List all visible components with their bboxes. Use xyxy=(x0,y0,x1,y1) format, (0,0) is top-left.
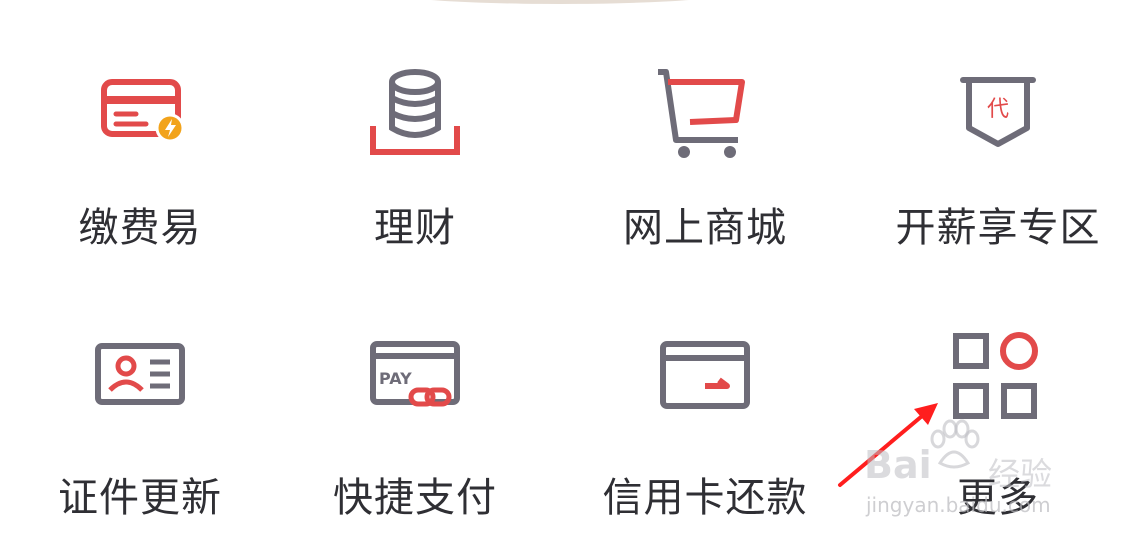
menu-item-credit-repay[interactable]: 信用卡还款 xyxy=(565,320,845,560)
pay-card-link-icon: PAY xyxy=(370,341,460,407)
salary-badge-icon: 代 xyxy=(960,77,1036,147)
coin-stack-icon xyxy=(370,69,460,155)
menu-item-online-mall[interactable]: 网上商城 xyxy=(565,60,845,300)
menu-item-bill-payment[interactable]: 缴费易 xyxy=(0,60,280,300)
pay-text: PAY xyxy=(379,369,412,388)
menu-item-salary-zone[interactable]: 代 开薪享专区 xyxy=(858,60,1126,300)
menu-item-id-update[interactable]: 证件更新 xyxy=(0,320,280,560)
menu-item-quick-pay[interactable]: PAY 快捷支付 xyxy=(275,320,555,560)
menu-item-label: 理财 xyxy=(374,205,456,251)
menu-item-label: 快捷支付 xyxy=(333,475,497,521)
more-apps-grid-icon xyxy=(953,332,1038,419)
credit-card-repay-icon xyxy=(660,341,750,409)
annotation-arrow-icon xyxy=(838,403,938,487)
shopping-cart-icon xyxy=(658,69,745,158)
badge-char: 代 xyxy=(987,97,1009,122)
menu-item-label: 证件更新 xyxy=(58,475,222,521)
menu-item-label: 缴费易 xyxy=(78,205,202,251)
bill-payment-card-icon xyxy=(101,79,185,143)
id-card-icon xyxy=(95,343,185,405)
menu-item-label: 网上商城 xyxy=(623,205,787,251)
menu-item-label: 开薪享专区 xyxy=(895,205,1101,251)
menu-item-label: 信用卡还款 xyxy=(602,475,808,521)
service-menu-grid: 缴费易 理财 网上商城 代 开薪享专区 证件更新 PAY 快捷支付 信用卡还款 … xyxy=(0,0,1126,543)
menu-item-wealth[interactable]: 理财 xyxy=(275,60,555,300)
